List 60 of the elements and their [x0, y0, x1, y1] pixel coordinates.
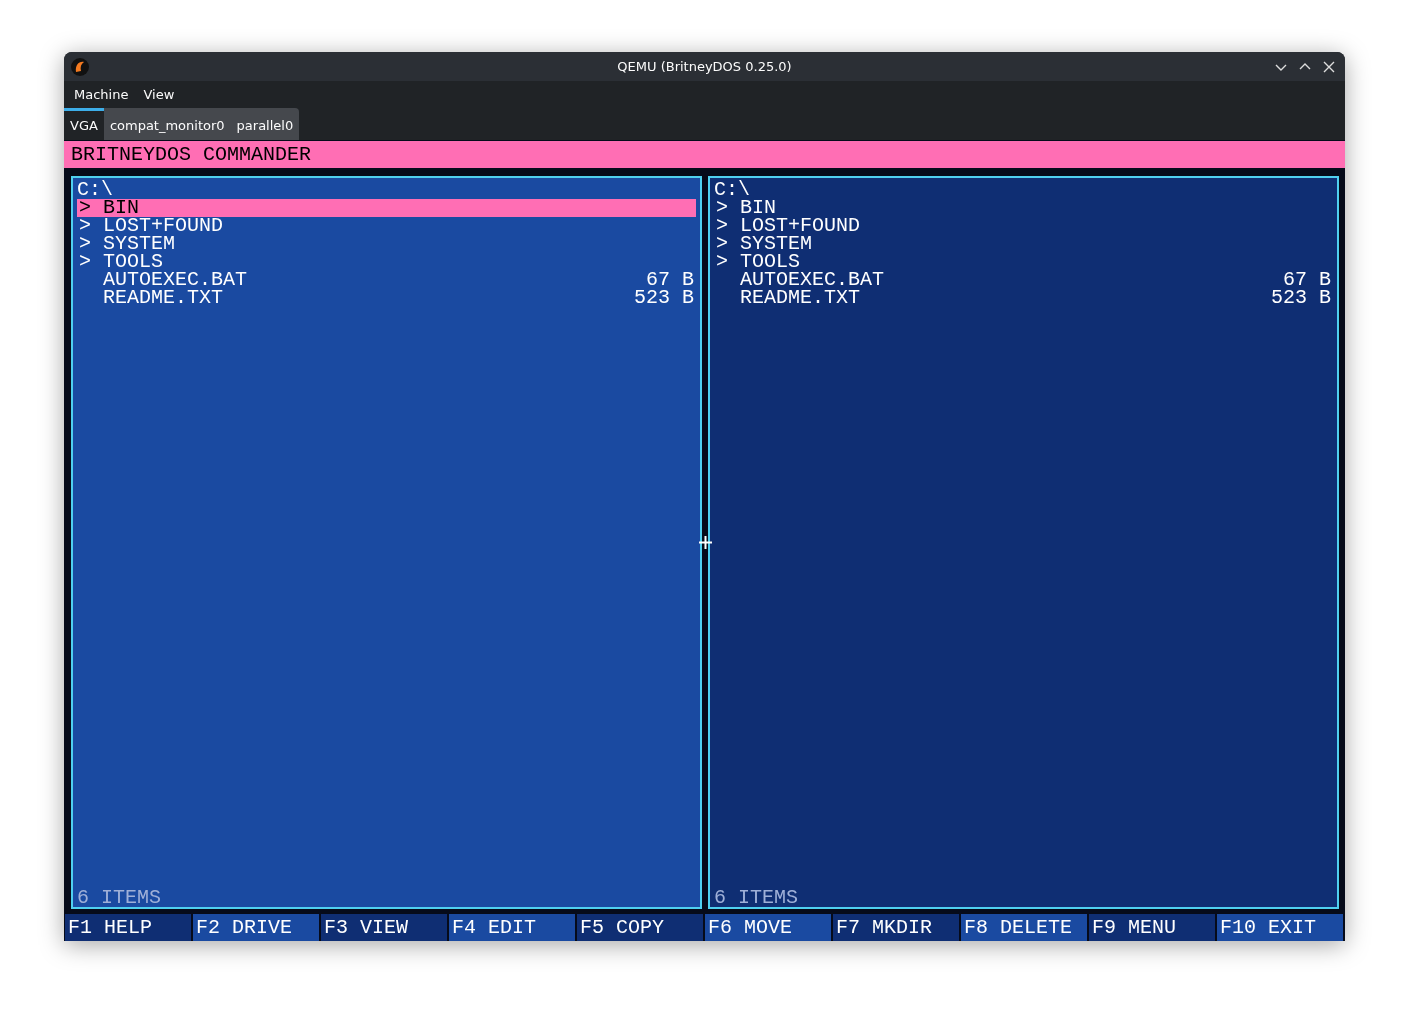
- file-row[interactable]: > SYSTEM: [714, 235, 1333, 253]
- app-logo-icon: [70, 57, 90, 77]
- file-name: BIN: [740, 199, 776, 217]
- file-size: 523 B: [634, 289, 695, 307]
- close-icon[interactable]: [1321, 59, 1337, 75]
- file-name: AUTOEXEC.BAT: [740, 271, 886, 289]
- file-row[interactable]: > TOOLS: [77, 253, 696, 271]
- function-key[interactable]: F4 EDIT: [449, 914, 575, 941]
- file-name: TOOLS: [740, 253, 800, 271]
- file-name: SYSTEM: [103, 235, 176, 253]
- file-name: README.TXT: [103, 289, 225, 307]
- file-size: 67 B: [1283, 271, 1332, 289]
- file-row[interactable]: README.TXT 523 B: [714, 289, 1333, 307]
- file-name: LOST+FOUND: [103, 217, 225, 235]
- function-key[interactable]: F8 DELETE: [961, 914, 1087, 941]
- folder-marker: >: [78, 235, 92, 253]
- menu-item[interactable]: Machine: [68, 87, 138, 102]
- file-name: TOOLS: [103, 253, 163, 271]
- function-key[interactable]: F10 EXIT: [1217, 914, 1343, 941]
- file-name: BIN: [103, 199, 139, 217]
- window-title: QEMU (BritneyDOS 0.25.0): [617, 59, 792, 74]
- folder-marker: >: [78, 217, 92, 235]
- file-name: LOST+FOUND: [740, 217, 862, 235]
- file-row[interactable]: > LOST+FOUND: [77, 217, 696, 235]
- path-label: C:\: [77, 181, 113, 199]
- file-name: README.TXT: [740, 289, 862, 307]
- app-header: BRITNEYDOS COMMANDER: [64, 141, 1345, 168]
- function-key[interactable]: F9 MENU: [1089, 914, 1215, 941]
- tab[interactable]: compat_monitor0: [103, 108, 231, 140]
- item-count: 6 ITEMS: [77, 889, 162, 907]
- item-count: 6 ITEMS: [714, 889, 799, 907]
- function-key[interactable]: F3 VIEW: [321, 914, 447, 941]
- file-row[interactable]: > BIN: [714, 199, 1333, 217]
- path-label: C:\: [714, 181, 750, 199]
- function-key[interactable]: F1 HELP: [65, 914, 191, 941]
- file-name: SYSTEM: [740, 235, 813, 253]
- folder-marker: >: [715, 253, 729, 271]
- folder-marker: >: [78, 199, 92, 217]
- function-key[interactable]: F5 COPY: [577, 914, 703, 941]
- file-row[interactable]: AUTOEXEC.BAT 67 B: [77, 271, 696, 289]
- folder-marker: >: [715, 217, 729, 235]
- file-name: AUTOEXEC.BAT: [103, 271, 249, 289]
- folder-marker: >: [78, 253, 92, 271]
- folder-marker: >: [715, 235, 729, 253]
- tab[interactable]: VGA: [64, 108, 104, 140]
- function-key[interactable]: F7 MKDIR: [833, 914, 959, 941]
- file-size: 523 B: [1271, 289, 1332, 307]
- tab[interactable]: parallel0: [230, 108, 300, 140]
- file-row[interactable]: > SYSTEM: [77, 235, 696, 253]
- function-key[interactable]: F2 DRIVE: [193, 914, 319, 941]
- folder-marker: >: [715, 199, 729, 217]
- file-row[interactable]: > BIN: [77, 199, 696, 217]
- file-row[interactable]: AUTOEXEC.BAT 67 B: [714, 271, 1333, 289]
- file-row[interactable]: > TOOLS: [714, 253, 1333, 271]
- function-key[interactable]: F6 MOVE: [705, 914, 831, 941]
- file-row[interactable]: README.TXT 523 B: [77, 289, 696, 307]
- file-row[interactable]: > LOST+FOUND: [714, 217, 1333, 235]
- menu-item[interactable]: View: [137, 87, 184, 102]
- crosshair-cursor-icon: [699, 536, 712, 549]
- file-size: 67 B: [646, 271, 695, 289]
